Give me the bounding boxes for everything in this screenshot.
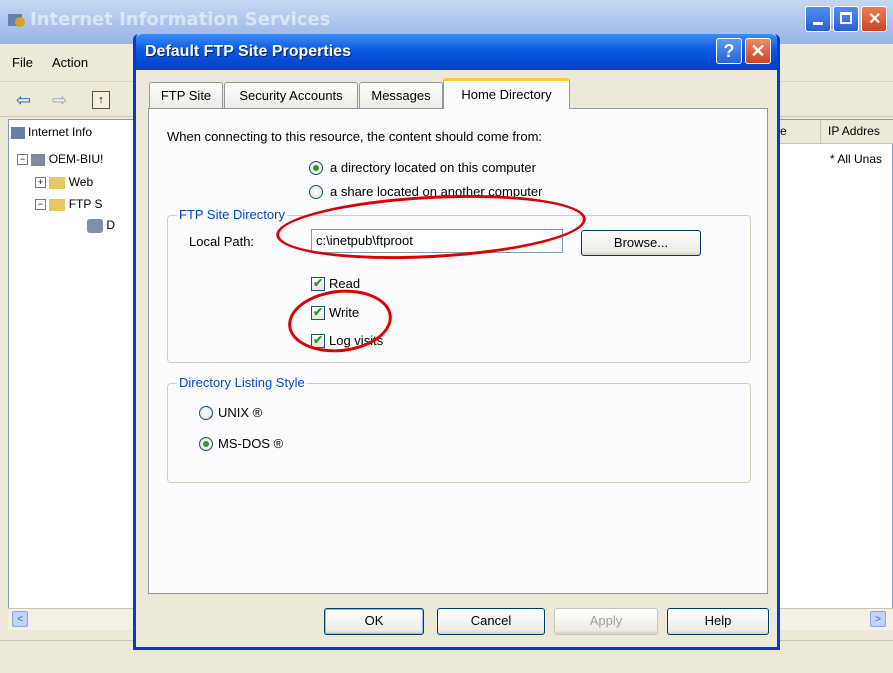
console-tree: Internet Info − OEM-BIU! + Web − FTP S D [8,119,136,629]
expand-icon[interactable]: + [35,177,46,189]
collapse-icon[interactable]: − [17,154,28,166]
folder-icon [49,176,66,189]
column-divider [820,120,821,144]
iis-app-icon [8,14,25,27]
browse-button[interactable]: Browse... [581,230,701,256]
iis-icon [11,126,25,139]
computer-icon [31,153,46,166]
scroll-left-icon[interactable]: < [12,611,28,627]
tree-item-default-site[interactable]: D [106,218,115,232]
up-folder-icon[interactable]: ↑ [92,91,110,109]
radio-local-directory-label[interactable]: a directory located on this computer [330,160,536,175]
directory-listing-style-legend: Directory Listing Style [177,375,307,390]
forward-arrow-icon[interactable]: ⇨ [52,90,67,111]
menu-file[interactable]: File [12,55,33,70]
checkbox-read[interactable] [311,276,325,291]
close-icon[interactable]: ✕ [745,38,771,64]
tree-item-computer[interactable]: OEM-BIU! [49,152,104,166]
directory-listing-style-group [167,383,751,483]
local-path-label: Local Path: [189,234,255,249]
content-source-prompt: When connecting to this resource, the co… [167,129,543,144]
maximize-button[interactable] [833,6,859,32]
tab-messages[interactable]: Messages [359,82,443,108]
radio-ms-dos[interactable] [199,437,213,451]
dialog-titlebar[interactable]: Default FTP Site Properties ? ✕ [136,34,777,70]
tree-item-ftp[interactable]: FTP S [69,197,103,211]
radio-unix[interactable] [199,406,213,420]
home-directory-panel: When connecting to this resource, the co… [148,108,768,594]
ok-button[interactable]: OK [324,608,424,635]
ftp-properties-dialog: Default FTP Site Properties ? ✕ FTP Site… [133,34,780,650]
window-close-button[interactable]: ✕ [861,6,887,32]
radio-local-directory[interactable] [309,161,323,175]
scroll-right-icon[interactable]: > [870,611,886,627]
column-header[interactable]: e [780,124,787,138]
back-arrow-icon[interactable]: ⇦ [16,90,31,111]
radio-unix-label[interactable]: UNIX ® [218,405,262,420]
tree-item-web[interactable]: Web [69,175,93,189]
tab-ftp-site[interactable]: FTP Site [149,82,223,108]
ftp-site-icon [87,218,103,233]
menu-action[interactable]: Action [52,55,88,70]
cancel-button[interactable]: Cancel [437,608,545,635]
help-button[interactable]: Help [667,608,769,635]
folder-icon [49,198,66,211]
column-header-ip-address[interactable]: IP Addres [828,124,880,138]
apply-button[interactable]: Apply [554,608,658,635]
help-icon[interactable]: ? [716,38,742,64]
tab-home-directory[interactable]: Home Directory [443,78,570,109]
collapse-icon[interactable]: − [35,199,46,211]
minimize-button[interactable] [805,6,831,32]
dialog-title: Default FTP Site Properties [145,43,351,60]
radio-ms-dos-label[interactable]: MS-DOS ® [218,436,283,451]
radio-network-share[interactable] [309,185,323,199]
tab-security-accounts[interactable]: Security Accounts [224,82,358,108]
list-cell-ip: * All Unas [830,152,883,166]
background-window-title: Internet Information Services [30,9,331,30]
tree-item-root[interactable]: Internet Info [28,125,92,139]
ftp-site-directory-legend: FTP Site Directory [177,207,287,222]
details-list: e IP Addres * All Unas [765,119,893,629]
